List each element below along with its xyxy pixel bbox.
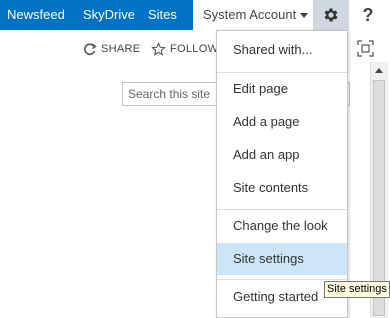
focus-on-content-icon[interactable] xyxy=(357,40,374,57)
share-icon xyxy=(84,43,97,56)
settings-button[interactable] xyxy=(313,0,349,30)
tooltip: Site settings xyxy=(324,281,390,298)
share-button[interactable]: SHARE xyxy=(83,38,140,60)
nav-link-skydrive[interactable]: SkyDrive xyxy=(83,0,135,30)
star-icon xyxy=(151,41,166,56)
menu-item-change-the-look[interactable]: Change the look xyxy=(217,210,347,242)
nav-link-sites[interactable]: Sites xyxy=(148,0,177,30)
share-label: SHARE xyxy=(101,43,141,55)
vertical-scrollbar[interactable] xyxy=(370,62,388,318)
follow-label: FOLLOW xyxy=(170,43,219,55)
help-icon[interactable]: ? xyxy=(358,0,378,30)
menu-item-add-a-page[interactable]: Add a page xyxy=(217,106,347,138)
gear-icon xyxy=(324,8,338,22)
menu-item-shared-with[interactable]: Shared with... xyxy=(217,34,347,66)
nav-link-newsfeed[interactable]: Newsfeed xyxy=(7,0,65,30)
menu-item-site-settings[interactable]: Site settings xyxy=(217,243,347,275)
account-menu[interactable]: System Account xyxy=(203,0,309,30)
menu-separator xyxy=(217,279,347,280)
follow-button[interactable]: FOLLOW xyxy=(151,38,218,60)
search-input[interactable] xyxy=(128,84,223,104)
chevron-down-icon xyxy=(300,13,309,19)
suite-bar: Newsfeed SkyDrive Sites System Account ? xyxy=(0,0,390,30)
settings-menu: Shared with... Edit page Add a page Add … xyxy=(216,30,348,318)
menu-item-site-contents[interactable]: Site contents xyxy=(217,172,347,204)
menu-item-add-an-app[interactable]: Add an app xyxy=(217,139,347,171)
account-name: System Account xyxy=(203,7,297,22)
menu-item-edit-page[interactable]: Edit page xyxy=(217,73,347,105)
scroll-up-icon[interactable] xyxy=(373,64,386,77)
